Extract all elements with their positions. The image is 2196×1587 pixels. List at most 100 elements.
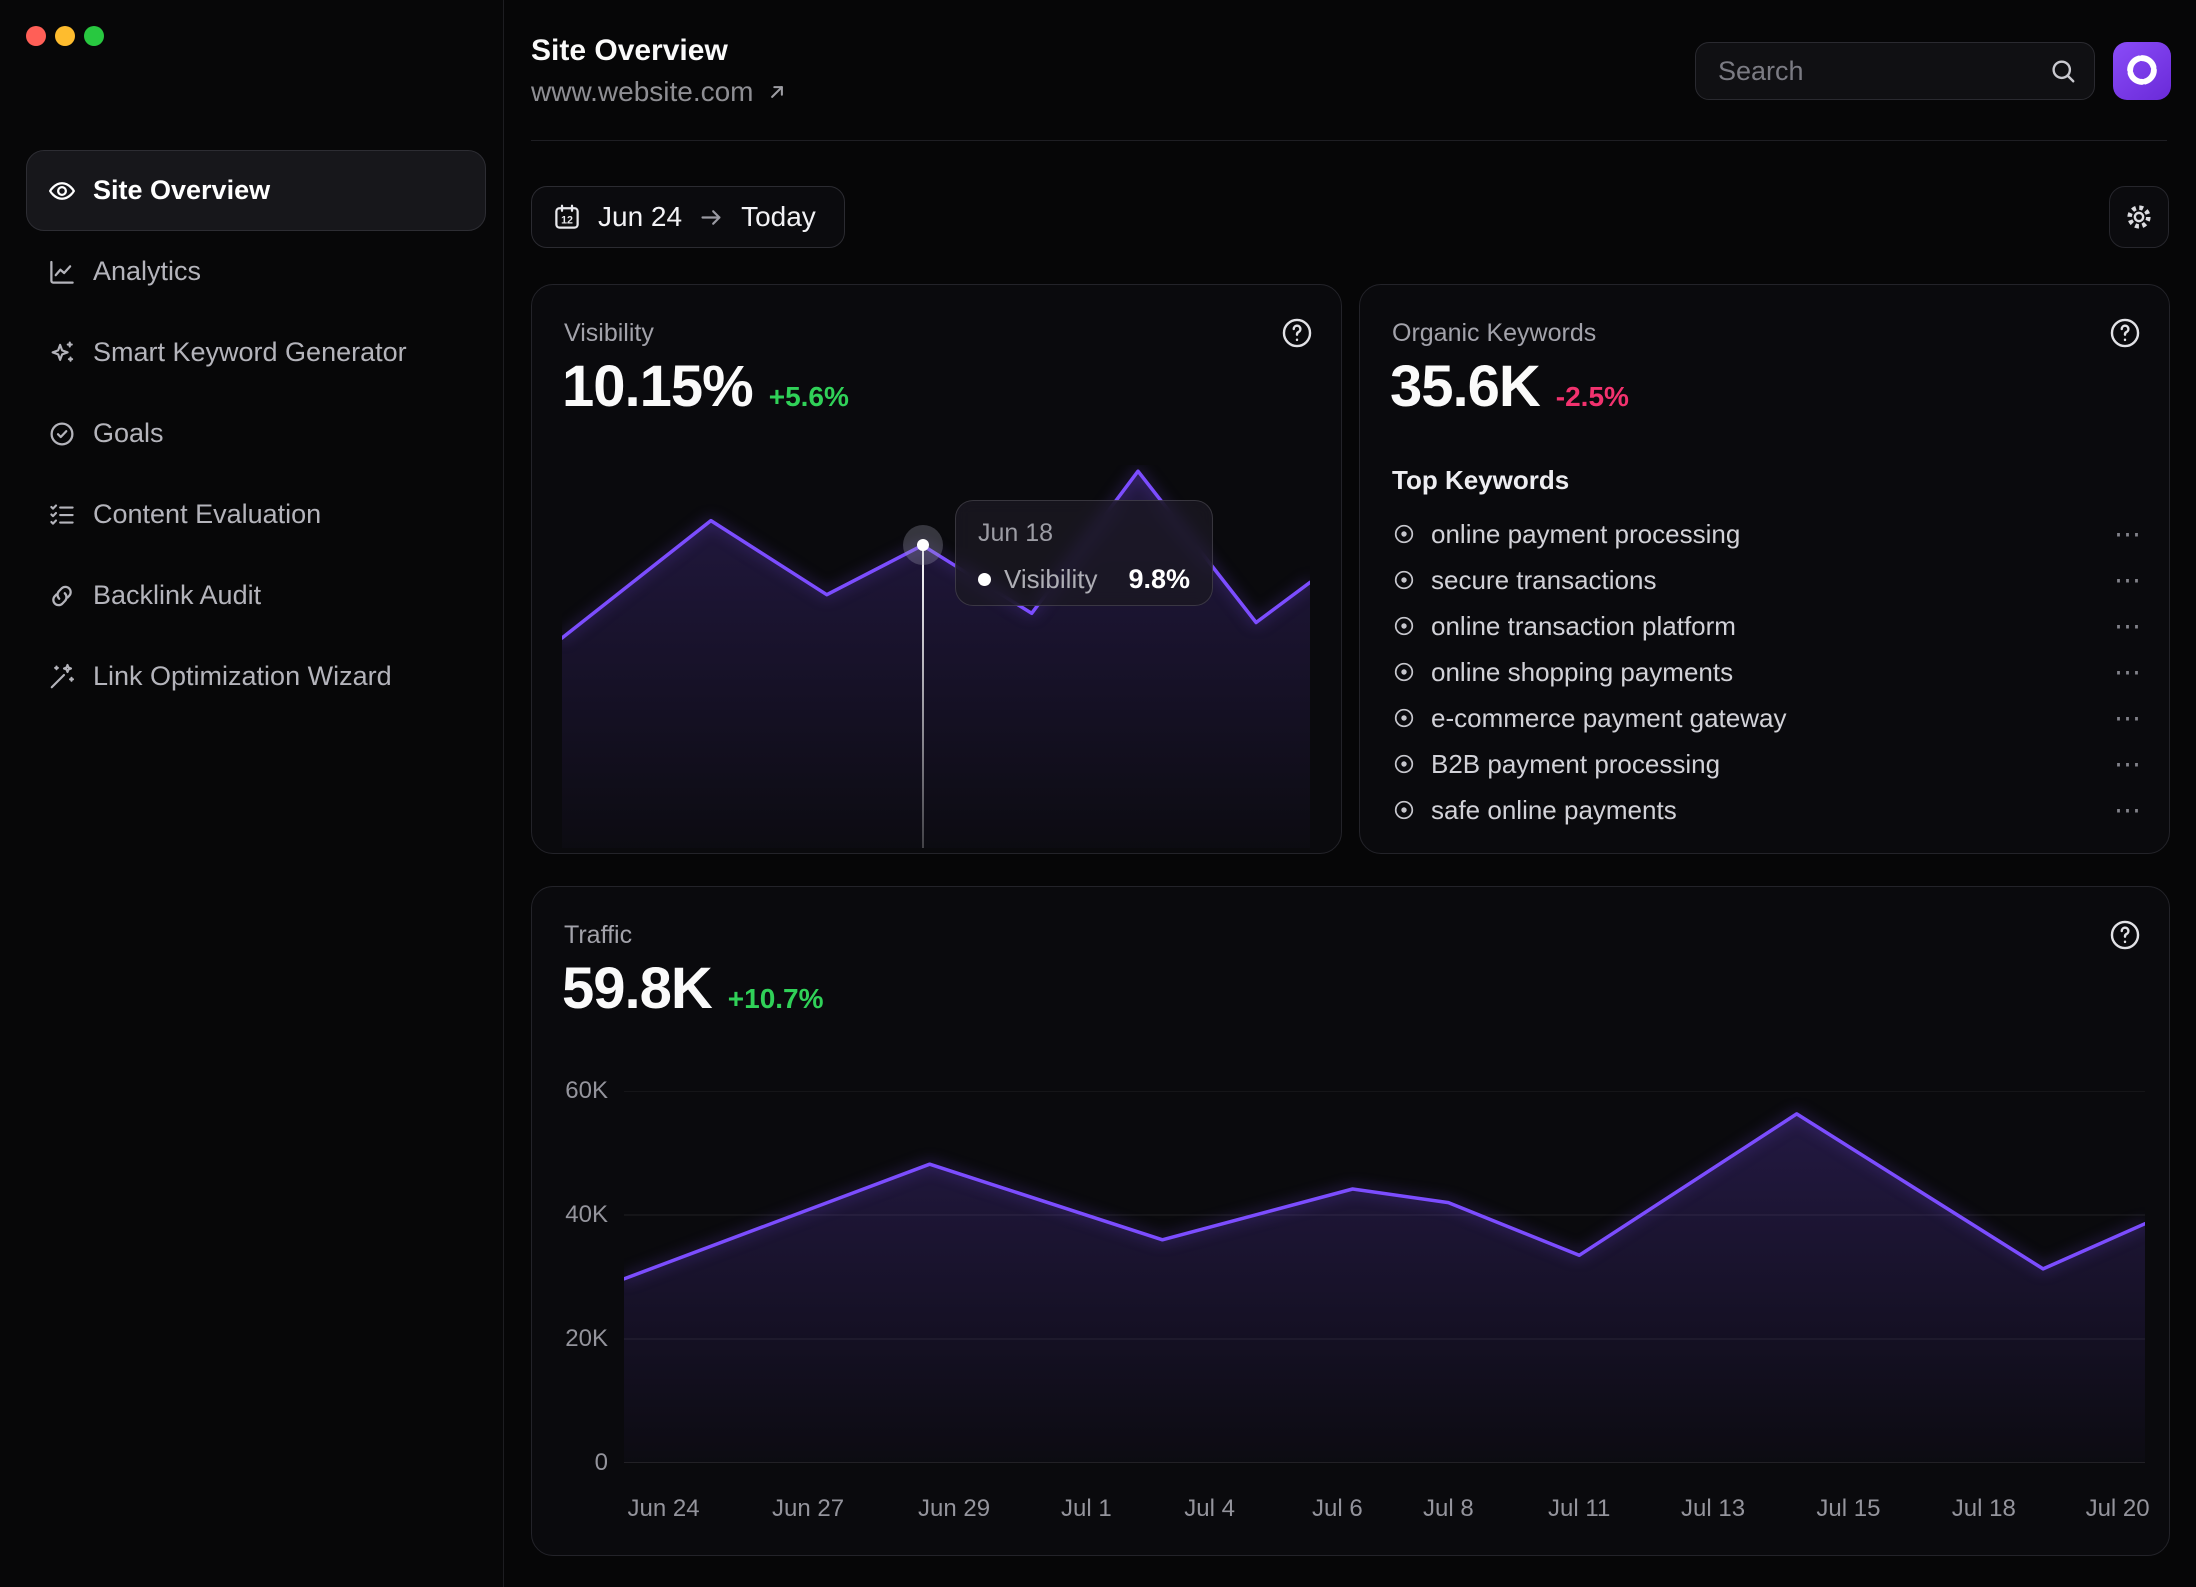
- search-input[interactable]: [1696, 43, 2094, 99]
- gear-icon: [2123, 201, 2155, 233]
- site-url-text: www.website.com: [531, 76, 754, 108]
- top-keywords-title: Top Keywords: [1392, 465, 1569, 496]
- date-range-start: Jun 24: [598, 201, 682, 233]
- keyword-row: online payment processing ⋯: [1392, 511, 2145, 557]
- keyword-menu-button[interactable]: ⋯: [2110, 567, 2145, 594]
- sidebar-item-smart-keyword-generator[interactable]: Smart Keyword Generator: [26, 312, 486, 393]
- x-axis-tick-label: Jul 20: [2086, 1495, 2150, 1523]
- keyword-label: secure transactions: [1431, 565, 1656, 596]
- traffic-help-icon[interactable]: [2105, 915, 2145, 955]
- keyword-menu-button[interactable]: ⋯: [2110, 751, 2145, 778]
- visibility-delta: +5.6%: [769, 381, 849, 413]
- window-close-button[interactable]: [26, 26, 46, 46]
- x-axis-tick-label: Jul 13: [1681, 1495, 1745, 1523]
- tooltip-date: Jun 18: [978, 519, 1190, 548]
- keyword-label: B2B payment processing: [1431, 749, 1720, 780]
- keyword-menu-button[interactable]: ⋯: [2110, 659, 2145, 686]
- window-zoom-button[interactable]: [84, 26, 104, 46]
- keyword-bullet-icon: [1392, 706, 1416, 730]
- analytics-icon: [47, 257, 77, 287]
- search-box: [1695, 42, 2095, 100]
- y-axis-tick-label: 20K: [565, 1325, 608, 1353]
- traffic-chart[interactable]: [624, 1091, 2145, 1463]
- app-logo-button[interactable]: [2113, 42, 2171, 100]
- tooltip-value: 9.8%: [1128, 564, 1190, 595]
- keyword-bullet-icon: [1392, 660, 1416, 684]
- eye-icon: [47, 176, 77, 206]
- keyword-label: e-commerce payment gateway: [1431, 703, 1786, 734]
- date-range-end: Today: [741, 201, 816, 233]
- sidebar-item-analytics[interactable]: Analytics: [26, 231, 486, 312]
- calendar-icon: 12: [552, 202, 582, 232]
- x-axis-tick-label: Jun 24: [628, 1495, 700, 1523]
- x-axis-tick-label: Jul 8: [1423, 1495, 1474, 1523]
- settings-button[interactable]: [2109, 186, 2169, 248]
- sidebar-nav: Site Overview Analytics Smart Keyword Gene…: [26, 150, 486, 717]
- y-axis-tick-label: 40K: [565, 1201, 608, 1229]
- keyword-bullet-icon: [1392, 752, 1416, 776]
- keyword-bullet-icon: [1392, 568, 1416, 592]
- hover-point-marker: [903, 525, 943, 565]
- chart-tooltip: Jun 18 Visibility 9.8%: [955, 500, 1213, 606]
- keyword-row: e-commerce payment gateway ⋯: [1392, 695, 2145, 741]
- keyword-menu-button[interactable]: ⋯: [2110, 705, 2145, 732]
- visibility-card-label: Visibility: [564, 319, 654, 348]
- x-axis-tick-label: Jul 18: [1952, 1495, 2016, 1523]
- keyword-menu-button[interactable]: ⋯: [2110, 613, 2145, 640]
- keyword-label: safe online payments: [1431, 795, 1677, 826]
- page-title: Site Overview: [531, 34, 728, 68]
- x-axis-tick-label: Jul 15: [1816, 1495, 1880, 1523]
- y-axis-tick-label: 60K: [565, 1077, 608, 1105]
- hover-crosshair-line: [922, 545, 924, 848]
- visibility-value: 10.15%: [562, 357, 753, 418]
- sidebar-item-goals[interactable]: Goals: [26, 393, 486, 474]
- sidebar-item-content-evaluation[interactable]: Content Evaluation: [26, 474, 486, 555]
- visibility-help-icon[interactable]: [1277, 313, 1317, 353]
- organic-keywords-card: Organic Keywords 35.6K -2.5% Top Keyword…: [1359, 284, 2170, 854]
- sidebar-item-backlink-audit[interactable]: Backlink Audit: [26, 555, 486, 636]
- visibility-card: Visibility 10.15% +5.6% Jun 18 Visibilit…: [531, 284, 1342, 854]
- sidebar-item-label: Site Overview: [93, 175, 270, 206]
- keyword-menu-button[interactable]: ⋯: [2110, 797, 2145, 824]
- sidebar-item-label: Content Evaluation: [93, 499, 321, 530]
- window-minimize-button[interactable]: [55, 26, 75, 46]
- y-axis-tick-label: 0: [595, 1449, 608, 1477]
- organic-card-label: Organic Keywords: [1392, 319, 1596, 348]
- sidebar-item-site-overview[interactable]: Site Overview: [26, 150, 486, 231]
- search-icon: [2048, 56, 2078, 86]
- keyword-label: online transaction platform: [1431, 611, 1736, 642]
- sidebar-item-label: Backlink Audit: [93, 580, 261, 611]
- logo-pinwheel-icon: [2123, 51, 2161, 92]
- window-controls: [26, 26, 104, 46]
- sidebar-item-label: Smart Keyword Generator: [93, 337, 407, 368]
- sidebar-item-label: Goals: [93, 418, 164, 449]
- sidebar-item-link-optimization-wizard[interactable]: Link Optimization Wizard: [26, 636, 486, 717]
- organic-value: 35.6K: [1390, 357, 1540, 418]
- traffic-y-axis: 60K 40K 20K 0: [560, 887, 608, 1555]
- keyword-bullet-icon: [1392, 614, 1416, 638]
- date-range-picker[interactable]: 12 Jun 24 Today: [531, 186, 845, 248]
- arrow-right-icon: [698, 204, 725, 231]
- wand-icon: [47, 662, 77, 692]
- organic-help-icon[interactable]: [2105, 313, 2145, 353]
- x-axis-tick-label: Jul 1: [1061, 1495, 1112, 1523]
- keyword-label: online shopping payments: [1431, 657, 1733, 688]
- keyword-menu-button[interactable]: ⋯: [2110, 521, 2145, 548]
- app-window: Site Overview Analytics Smart Keyword Gene…: [0, 0, 2196, 1587]
- x-axis-tick-label: Jul 11: [1548, 1495, 1610, 1523]
- svg-text:12: 12: [561, 214, 573, 226]
- keyword-row: online transaction platform ⋯: [1392, 603, 2145, 649]
- sidebar: Site Overview Analytics Smart Keyword Gene…: [0, 0, 504, 1587]
- site-url-link[interactable]: www.website.com: [531, 76, 790, 108]
- tooltip-series-dot: [978, 573, 991, 586]
- organic-delta: -2.5%: [1556, 381, 1629, 413]
- keyword-bullet-icon: [1392, 798, 1416, 822]
- keyword-row: B2B payment processing ⋯: [1392, 741, 2145, 787]
- traffic-card: Traffic 59.8K +10.7% 60K40K20K0 Jun 24Ju…: [531, 886, 2170, 1556]
- traffic-delta: +10.7%: [728, 983, 824, 1015]
- keyword-bullet-icon: [1392, 522, 1416, 546]
- keyword-label: online payment processing: [1431, 519, 1740, 550]
- backlink-icon: [47, 581, 77, 611]
- keyword-row: secure transactions ⋯: [1392, 557, 2145, 603]
- x-axis-tick-label: Jul 6: [1312, 1495, 1363, 1523]
